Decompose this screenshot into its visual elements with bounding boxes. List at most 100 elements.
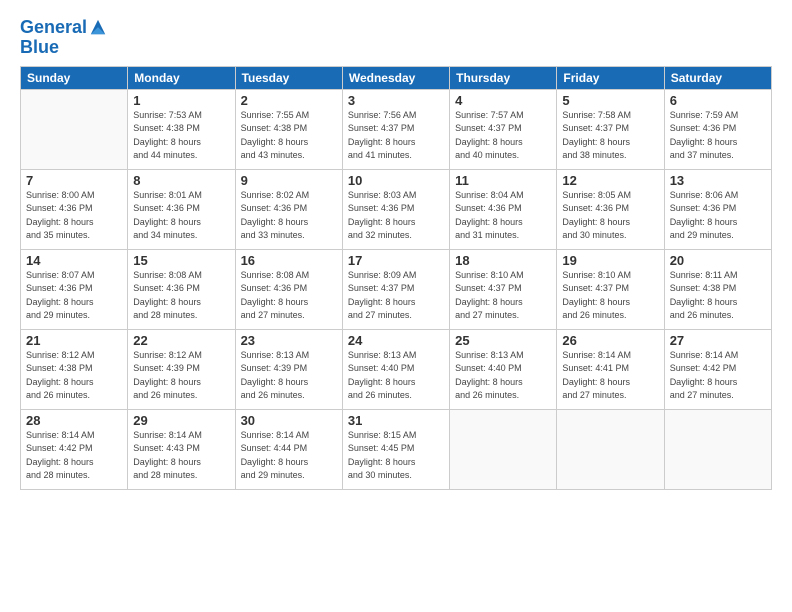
day-info: Sunrise: 8:12 AM Sunset: 4:38 PM Dayligh… <box>26 349 122 403</box>
day-info: Sunrise: 8:13 AM Sunset: 4:40 PM Dayligh… <box>348 349 444 403</box>
day-cell: 6Sunrise: 7:59 AM Sunset: 4:36 PM Daylig… <box>664 89 771 169</box>
header: General Blue <box>20 18 772 58</box>
day-info: Sunrise: 7:58 AM Sunset: 4:37 PM Dayligh… <box>562 109 658 163</box>
day-number: 8 <box>133 173 229 188</box>
day-cell: 15Sunrise: 8:08 AM Sunset: 4:36 PM Dayli… <box>128 249 235 329</box>
weekday-monday: Monday <box>128 66 235 89</box>
weekday-friday: Friday <box>557 66 664 89</box>
day-info: Sunrise: 8:11 AM Sunset: 4:38 PM Dayligh… <box>670 269 766 323</box>
day-info: Sunrise: 8:09 AM Sunset: 4:37 PM Dayligh… <box>348 269 444 323</box>
day-cell: 7Sunrise: 8:00 AM Sunset: 4:36 PM Daylig… <box>21 169 128 249</box>
day-cell: 19Sunrise: 8:10 AM Sunset: 4:37 PM Dayli… <box>557 249 664 329</box>
day-number: 13 <box>670 173 766 188</box>
day-info: Sunrise: 8:14 AM Sunset: 4:41 PM Dayligh… <box>562 349 658 403</box>
day-number: 29 <box>133 413 229 428</box>
day-cell: 2Sunrise: 7:55 AM Sunset: 4:38 PM Daylig… <box>235 89 342 169</box>
day-cell: 12Sunrise: 8:05 AM Sunset: 4:36 PM Dayli… <box>557 169 664 249</box>
day-cell: 30Sunrise: 8:14 AM Sunset: 4:44 PM Dayli… <box>235 409 342 489</box>
logo-text: General <box>20 18 87 38</box>
logo-blue: Blue <box>20 38 113 58</box>
day-cell: 18Sunrise: 8:10 AM Sunset: 4:37 PM Dayli… <box>450 249 557 329</box>
weekday-wednesday: Wednesday <box>342 66 449 89</box>
week-row-1: 1Sunrise: 7:53 AM Sunset: 4:38 PM Daylig… <box>21 89 772 169</box>
day-cell: 29Sunrise: 8:14 AM Sunset: 4:43 PM Dayli… <box>128 409 235 489</box>
day-info: Sunrise: 8:14 AM Sunset: 4:44 PM Dayligh… <box>241 429 337 483</box>
day-cell: 13Sunrise: 8:06 AM Sunset: 4:36 PM Dayli… <box>664 169 771 249</box>
day-number: 10 <box>348 173 444 188</box>
day-info: Sunrise: 8:14 AM Sunset: 4:42 PM Dayligh… <box>26 429 122 483</box>
day-number: 28 <box>26 413 122 428</box>
day-cell <box>557 409 664 489</box>
day-number: 6 <box>670 93 766 108</box>
day-number: 27 <box>670 333 766 348</box>
logo-icon <box>89 18 107 38</box>
day-number: 30 <box>241 413 337 428</box>
day-cell: 25Sunrise: 8:13 AM Sunset: 4:40 PM Dayli… <box>450 329 557 409</box>
day-number: 11 <box>455 173 551 188</box>
week-row-4: 21Sunrise: 8:12 AM Sunset: 4:38 PM Dayli… <box>21 329 772 409</box>
day-number: 2 <box>241 93 337 108</box>
day-cell <box>664 409 771 489</box>
day-info: Sunrise: 8:08 AM Sunset: 4:36 PM Dayligh… <box>133 269 229 323</box>
logo: General Blue <box>20 18 113 58</box>
day-info: Sunrise: 8:02 AM Sunset: 4:36 PM Dayligh… <box>241 189 337 243</box>
calendar-table: SundayMondayTuesdayWednesdayThursdayFrid… <box>20 66 772 490</box>
day-info: Sunrise: 7:53 AM Sunset: 4:38 PM Dayligh… <box>133 109 229 163</box>
day-cell: 10Sunrise: 8:03 AM Sunset: 4:36 PM Dayli… <box>342 169 449 249</box>
day-cell: 24Sunrise: 8:13 AM Sunset: 4:40 PM Dayli… <box>342 329 449 409</box>
weekday-saturday: Saturday <box>664 66 771 89</box>
day-info: Sunrise: 8:13 AM Sunset: 4:40 PM Dayligh… <box>455 349 551 403</box>
day-cell: 27Sunrise: 8:14 AM Sunset: 4:42 PM Dayli… <box>664 329 771 409</box>
day-info: Sunrise: 7:56 AM Sunset: 4:37 PM Dayligh… <box>348 109 444 163</box>
day-number: 4 <box>455 93 551 108</box>
day-info: Sunrise: 8:04 AM Sunset: 4:36 PM Dayligh… <box>455 189 551 243</box>
day-number: 19 <box>562 253 658 268</box>
day-cell: 26Sunrise: 8:14 AM Sunset: 4:41 PM Dayli… <box>557 329 664 409</box>
day-info: Sunrise: 8:14 AM Sunset: 4:43 PM Dayligh… <box>133 429 229 483</box>
day-number: 24 <box>348 333 444 348</box>
day-cell: 17Sunrise: 8:09 AM Sunset: 4:37 PM Dayli… <box>342 249 449 329</box>
day-cell: 4Sunrise: 7:57 AM Sunset: 4:37 PM Daylig… <box>450 89 557 169</box>
day-info: Sunrise: 8:07 AM Sunset: 4:36 PM Dayligh… <box>26 269 122 323</box>
page: General Blue SundayMondayTuesdayWednesda… <box>0 0 792 612</box>
week-row-2: 7Sunrise: 8:00 AM Sunset: 4:36 PM Daylig… <box>21 169 772 249</box>
week-row-3: 14Sunrise: 8:07 AM Sunset: 4:36 PM Dayli… <box>21 249 772 329</box>
day-info: Sunrise: 8:06 AM Sunset: 4:36 PM Dayligh… <box>670 189 766 243</box>
day-cell: 8Sunrise: 8:01 AM Sunset: 4:36 PM Daylig… <box>128 169 235 249</box>
day-cell: 5Sunrise: 7:58 AM Sunset: 4:37 PM Daylig… <box>557 89 664 169</box>
day-number: 9 <box>241 173 337 188</box>
day-cell: 1Sunrise: 7:53 AM Sunset: 4:38 PM Daylig… <box>128 89 235 169</box>
weekday-tuesday: Tuesday <box>235 66 342 89</box>
day-cell: 22Sunrise: 8:12 AM Sunset: 4:39 PM Dayli… <box>128 329 235 409</box>
day-number: 15 <box>133 253 229 268</box>
day-number: 18 <box>455 253 551 268</box>
day-number: 16 <box>241 253 337 268</box>
day-cell: 31Sunrise: 8:15 AM Sunset: 4:45 PM Dayli… <box>342 409 449 489</box>
day-number: 7 <box>26 173 122 188</box>
day-cell: 14Sunrise: 8:07 AM Sunset: 4:36 PM Dayli… <box>21 249 128 329</box>
day-cell: 23Sunrise: 8:13 AM Sunset: 4:39 PM Dayli… <box>235 329 342 409</box>
day-number: 21 <box>26 333 122 348</box>
day-number: 23 <box>241 333 337 348</box>
day-number: 22 <box>133 333 229 348</box>
day-number: 25 <box>455 333 551 348</box>
weekday-sunday: Sunday <box>21 66 128 89</box>
day-cell: 9Sunrise: 8:02 AM Sunset: 4:36 PM Daylig… <box>235 169 342 249</box>
day-number: 12 <box>562 173 658 188</box>
day-number: 5 <box>562 93 658 108</box>
day-info: Sunrise: 7:59 AM Sunset: 4:36 PM Dayligh… <box>670 109 766 163</box>
day-info: Sunrise: 8:08 AM Sunset: 4:36 PM Dayligh… <box>241 269 337 323</box>
day-number: 26 <box>562 333 658 348</box>
day-number: 14 <box>26 253 122 268</box>
day-info: Sunrise: 8:03 AM Sunset: 4:36 PM Dayligh… <box>348 189 444 243</box>
day-cell: 21Sunrise: 8:12 AM Sunset: 4:38 PM Dayli… <box>21 329 128 409</box>
day-info: Sunrise: 8:05 AM Sunset: 4:36 PM Dayligh… <box>562 189 658 243</box>
day-number: 31 <box>348 413 444 428</box>
day-cell <box>450 409 557 489</box>
day-info: Sunrise: 8:15 AM Sunset: 4:45 PM Dayligh… <box>348 429 444 483</box>
weekday-header-row: SundayMondayTuesdayWednesdayThursdayFrid… <box>21 66 772 89</box>
day-info: Sunrise: 8:00 AM Sunset: 4:36 PM Dayligh… <box>26 189 122 243</box>
week-row-5: 28Sunrise: 8:14 AM Sunset: 4:42 PM Dayli… <box>21 409 772 489</box>
day-cell: 28Sunrise: 8:14 AM Sunset: 4:42 PM Dayli… <box>21 409 128 489</box>
day-cell: 16Sunrise: 8:08 AM Sunset: 4:36 PM Dayli… <box>235 249 342 329</box>
